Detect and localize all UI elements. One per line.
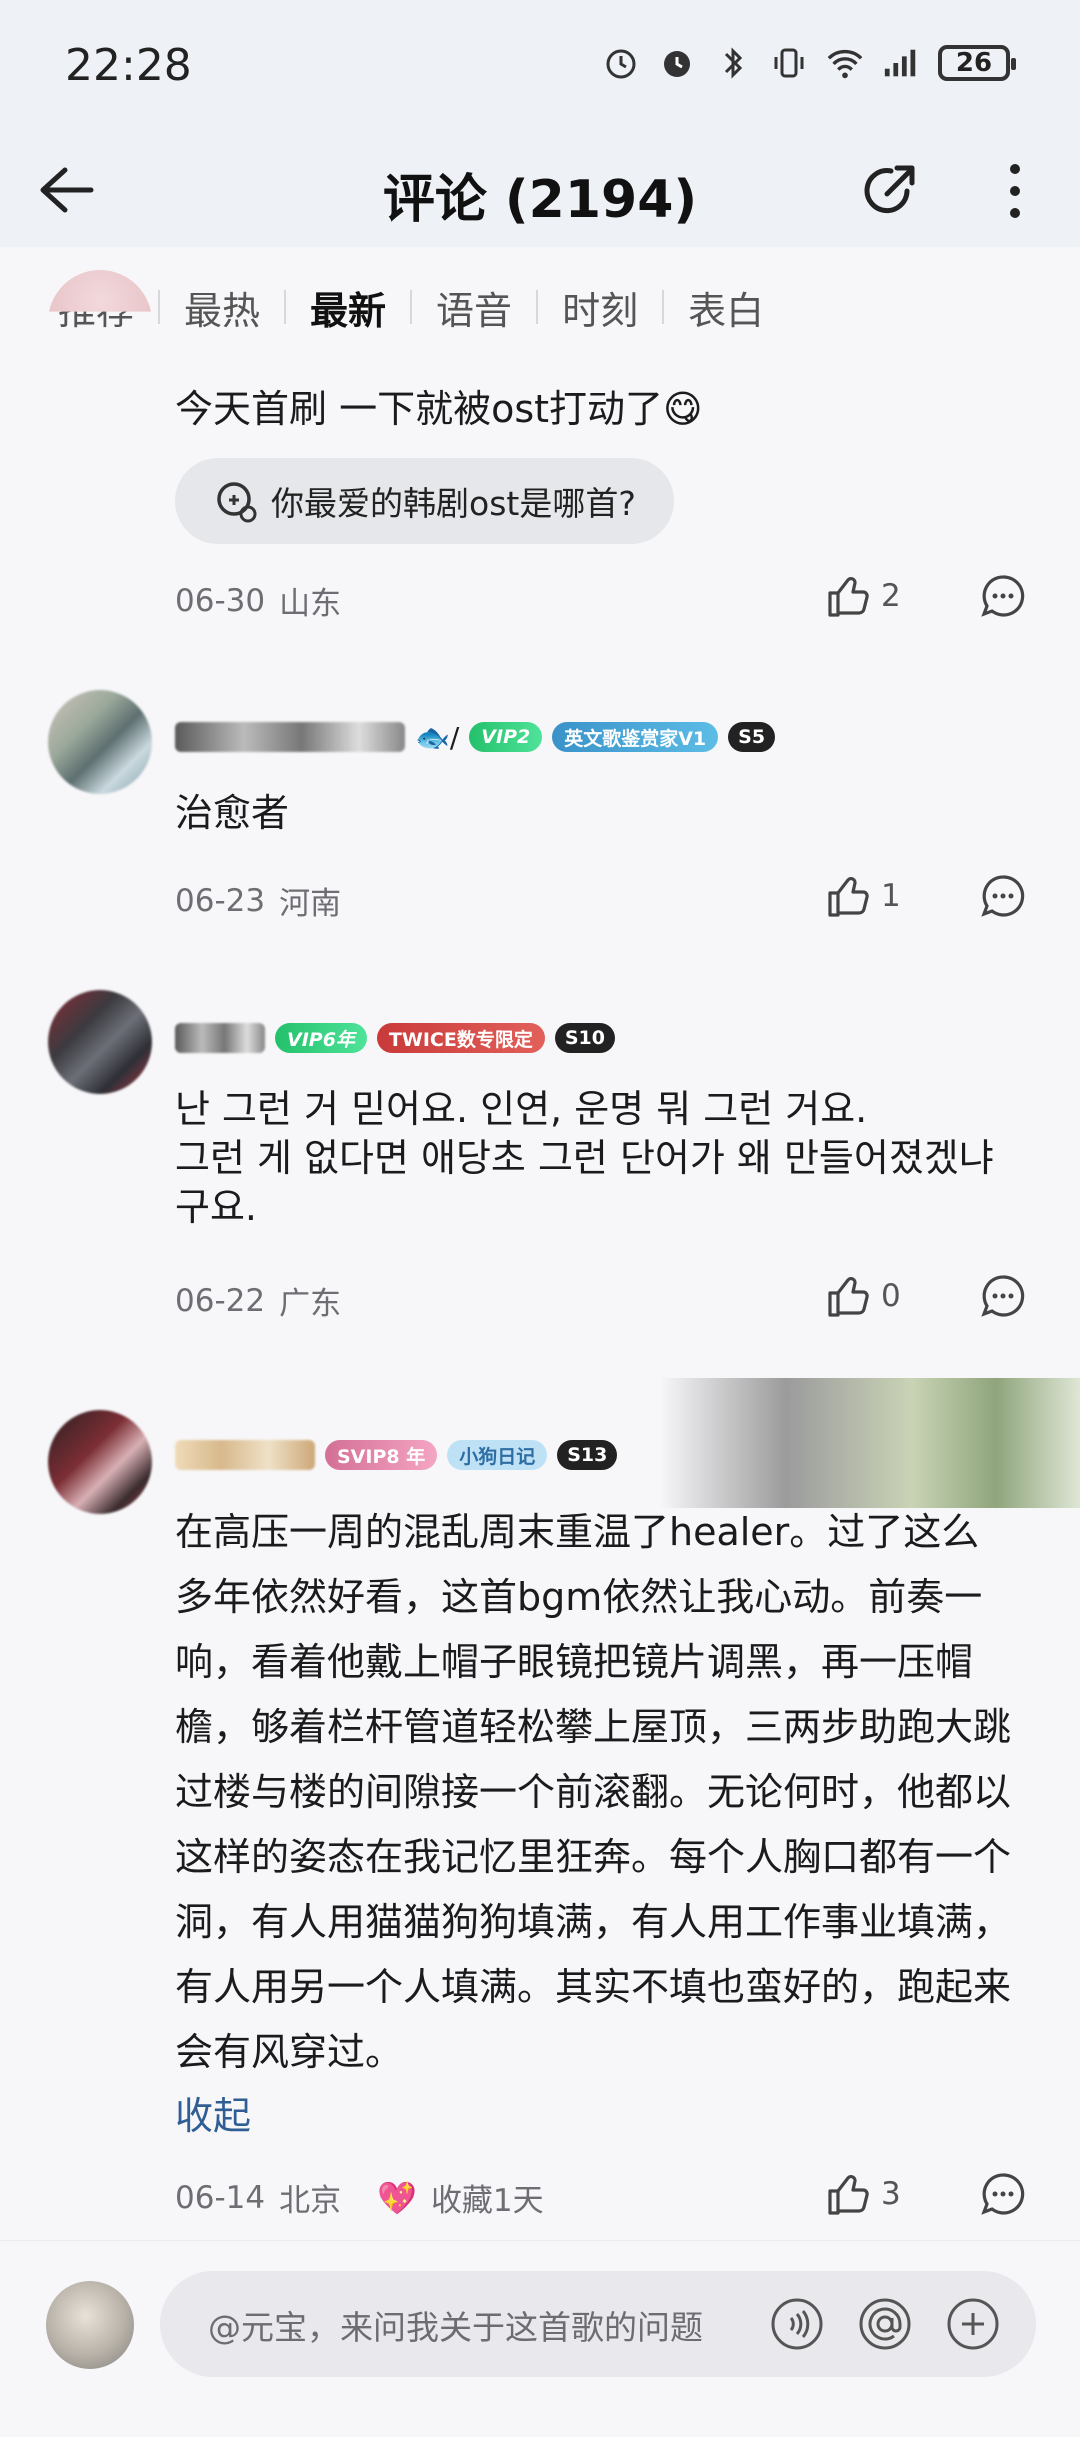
input-placeholder: @元宝，来问我关于这首歌的问题 (208, 2308, 703, 2347)
comment-date: 06-30 (175, 582, 266, 619)
comment-actions: 2 (825, 570, 1029, 622)
collapse-link[interactable]: 收起 (175, 2085, 251, 2140)
vip-badge: VIP2 (469, 722, 543, 752)
vibrate-icon (770, 44, 808, 82)
tab-voice[interactable]: 语音 (436, 280, 512, 335)
like-count: 3 (881, 2176, 901, 2212)
comment-actions: 1 (825, 870, 1029, 922)
comment-text: 治愈者 (175, 791, 290, 835)
like-count: 0 (881, 1278, 901, 1314)
more-options-button[interactable] (990, 153, 1040, 229)
svip-badge: SVIP8 年 (325, 1440, 438, 1470)
tab-moment[interactable]: 时刻 (562, 280, 638, 335)
share-icon (864, 165, 915, 214)
like-button[interactable]: 3 (825, 2171, 965, 2217)
comment-date: 06-23 (175, 882, 266, 919)
comment-actions: 3 (825, 2168, 1029, 2220)
username-row: SVIP8 年 小狗日记 S13 (175, 1432, 618, 1478)
voice-icon[interactable] (768, 2295, 826, 2353)
reply-button[interactable] (977, 2168, 1029, 2220)
thumbs-up-icon (828, 1277, 869, 1317)
username-row: 🐟/ VIP2 英文歌鉴赏家V1 S5 (175, 714, 776, 760)
comment-location: 广东 (279, 1286, 342, 1322)
title-badge: 小狗日记 (447, 1440, 548, 1470)
thumbs-up-icon (828, 877, 869, 917)
comment-location: 河南 (279, 886, 342, 922)
avatar[interactable] (48, 990, 152, 1094)
signal-icon (882, 44, 920, 82)
reply-button[interactable] (977, 570, 1029, 622)
username-blurred[interactable] (175, 722, 405, 752)
status-time: 22:28 (65, 40, 192, 91)
title-badge: 英文歌鉴赏家V1 (552, 722, 719, 752)
level-badge: S5 (728, 722, 776, 752)
comment-text: 今天首刷 一下就被ost打动了😋 (175, 387, 703, 431)
avatar[interactable] (48, 690, 152, 794)
heart-icon: 💖 (377, 2178, 417, 2217)
chat-bubble-icon (981, 875, 1025, 917)
thumbs-up-icon (828, 577, 869, 617)
comment-meta: 06-30 山东 (175, 578, 341, 623)
status-bar: 22:28 26 (0, 0, 1080, 135)
tab-confession[interactable]: 表白 (688, 280, 764, 335)
username-row: VIP6年 TWICE数专限定 S10 (175, 1015, 615, 1061)
comment-meta: 06-22 广东 (175, 1278, 341, 1323)
wifi-icon (826, 44, 864, 82)
alarm-icon (602, 44, 640, 82)
comment-input[interactable]: @元宝，来问我关于这首歌的问题 (160, 2271, 1036, 2377)
comment-date: 06-22 (175, 1282, 266, 1319)
chat-bubble-icon (981, 2173, 1025, 2215)
like-count: 1 (881, 878, 901, 914)
username-blurred[interactable] (175, 1023, 265, 1053)
chat-bubble-icon (981, 575, 1025, 617)
reply-button[interactable] (977, 1270, 1029, 1322)
level-badge: S10 (554, 1023, 615, 1053)
tab-latest[interactable]: 最新 (310, 280, 386, 335)
clock-icon (658, 44, 696, 82)
like-button[interactable]: 0 (825, 1273, 965, 1319)
comment-meta: 06-14 北京 💖 收藏1天 (175, 2175, 544, 2220)
comment-tabs: 推荐 最热 最新 语音 时刻 表白 (0, 247, 1080, 367)
like-button[interactable]: 1 (825, 873, 965, 919)
my-avatar[interactable] (46, 2281, 134, 2369)
comment-text: 난 그런 거 믿어요. 인연, 운명 뭐 그런 거요. 그런 게 없다면 애당초… (175, 1087, 994, 1229)
avatar[interactable] (48, 1410, 152, 1514)
comment-date: 06-14 (175, 2179, 266, 2216)
comment-location: 北京 (279, 2183, 342, 2219)
like-button[interactable]: 2 (825, 573, 965, 619)
bluetooth-icon (714, 44, 752, 82)
comment-meta: 06-23 河南 (175, 878, 341, 923)
thumbs-up-icon (828, 2175, 869, 2215)
tab-hottest[interactable]: 最热 (184, 280, 260, 335)
reply-button[interactable] (977, 870, 1029, 922)
comment-text: 在高压一周的混乱周末重温了healer。过了这么多年依然好看，这首bgm依然让我… (175, 1510, 1012, 2074)
status-icons: 26 (602, 44, 1016, 82)
level-badge: S13 (557, 1440, 618, 1470)
comment-actions: 0 (825, 1270, 1029, 1322)
decorative-banner (660, 1378, 1080, 1508)
username-blurred[interactable] (175, 1440, 315, 1470)
comment-input-bar: @元宝，来问我关于这首歌的问题 (0, 2240, 1080, 2437)
comment-location: 山东 (279, 586, 342, 622)
add-icon[interactable] (944, 2295, 1002, 2353)
collect-label: 收藏1天 (430, 2183, 544, 2219)
collection-badge: TWICE数专限定 (376, 1023, 545, 1053)
share-button[interactable] (852, 153, 928, 229)
topic-chip[interactable]: 你最爱的韩剧ost是哪首? (175, 458, 674, 544)
vip-badge: VIP6年 (275, 1023, 367, 1053)
like-count: 2 (881, 578, 901, 614)
mention-icon[interactable] (856, 2295, 914, 2353)
top-bar: 评论 (2194) (0, 135, 1080, 247)
topic-icon (217, 482, 257, 523)
topic-label: 你最爱的韩剧ost是哪首? (271, 484, 636, 523)
fish-emoji-icon: 🐟/ (415, 720, 460, 754)
chat-bubble-icon (981, 1275, 1025, 1317)
battery-icon: 26 (938, 45, 1016, 81)
